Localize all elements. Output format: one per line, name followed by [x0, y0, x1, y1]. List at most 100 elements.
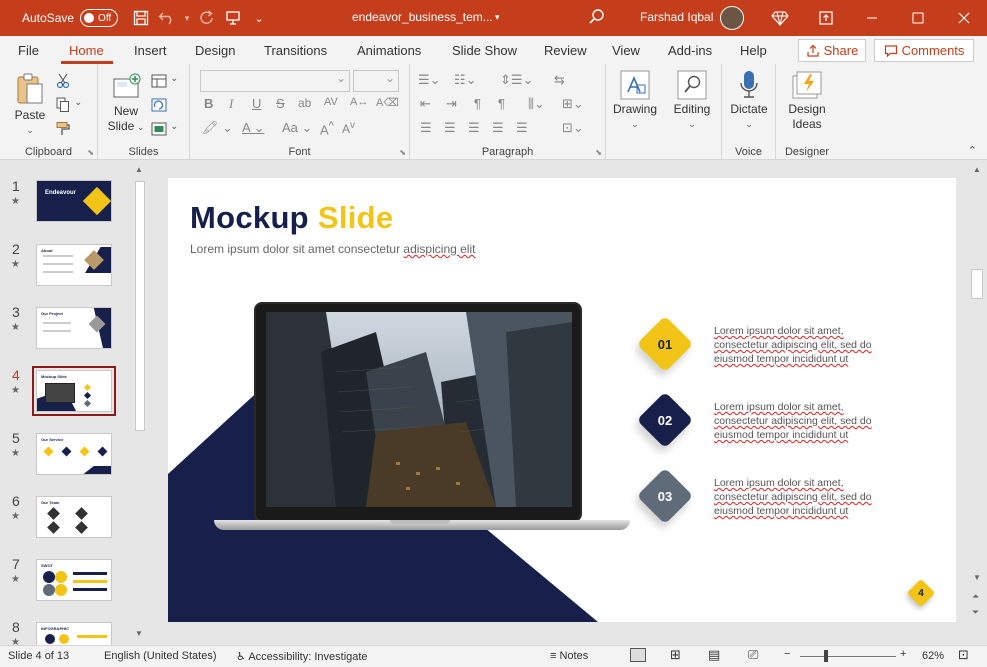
thumbnail-slide-6[interactable]: Our Team — [36, 496, 112, 538]
drawing-button[interactable]: Drawing ⌄ — [612, 70, 658, 132]
text-direction-icon[interactable]: ⇆ — [554, 72, 565, 88]
justify-icon[interactable]: ☰ — [492, 120, 504, 136]
title-dropdown-icon[interactable]: ▾ — [495, 12, 500, 23]
underline-icon[interactable]: U — [252, 96, 261, 111]
zoom-slider-thumb[interactable] — [824, 650, 828, 662]
item-text-1[interactable]: Lorem ipsum dolor sit amet, consectetur … — [714, 324, 894, 366]
search-icon[interactable] — [588, 8, 606, 29]
tab-animations[interactable]: Animations — [357, 43, 421, 58]
font-name-dropdown[interactable] — [200, 70, 350, 92]
premium-diamond-icon[interactable] — [757, 5, 803, 31]
align-left-icon[interactable]: ☰ — [420, 120, 432, 136]
thumbnails-scrollbar[interactable]: ▲ ▼ — [132, 161, 148, 645]
align-right-icon[interactable]: ☰ — [468, 120, 480, 136]
undo-icon[interactable] — [154, 5, 180, 31]
laptop-mockup[interactable] — [214, 302, 634, 542]
tab-design[interactable]: Design — [195, 43, 235, 58]
slide-subtitle[interactable]: Lorem ipsum dolor sit amet consectetur a… — [190, 242, 475, 256]
italic-icon[interactable]: I — [229, 96, 233, 112]
language-indicator[interactable]: English (United States) — [104, 650, 217, 662]
right-to-left-icon[interactable]: ¶ — [498, 96, 505, 111]
paragraph-launcher-icon[interactable]: ⬊ — [595, 148, 602, 157]
design-ideas-button[interactable]: Design Ideas — [782, 70, 832, 132]
scroll-up-icon[interactable]: ▲ — [135, 165, 143, 174]
cut-icon[interactable] — [54, 72, 72, 90]
font-launcher-icon[interactable]: ⬊ — [399, 148, 406, 157]
save-icon[interactable] — [128, 5, 154, 31]
bullets-icon[interactable]: ☰⌄ — [418, 72, 441, 88]
slide-canvas[interactable]: Mockup Slide Lorem ipsum dolor sit amet … — [168, 178, 956, 622]
copy-icon[interactable] — [54, 96, 72, 114]
comments-button[interactable]: Comments — [874, 39, 974, 62]
reading-view-icon[interactable]: ▤ — [708, 647, 720, 663]
reset-slide-icon[interactable] — [150, 96, 168, 114]
minimize-icon[interactable] — [849, 5, 895, 31]
zoom-in-icon[interactable]: + — [900, 648, 906, 660]
scroll-thumb[interactable] — [971, 269, 983, 299]
layout-dropdown-icon[interactable]: ⌄ — [170, 73, 178, 84]
user-avatar[interactable] — [720, 6, 744, 30]
scroll-thumb[interactable] — [135, 181, 145, 431]
present-from-start-icon[interactable] — [220, 5, 246, 31]
maximize-icon[interactable] — [895, 5, 941, 31]
align-text-icon[interactable]: ⊞⌄ — [562, 96, 584, 112]
clear-formatting-icon[interactable]: A⌫ — [376, 96, 399, 109]
undo-dropdown-icon[interactable]: ▾ — [180, 5, 194, 31]
ribbon-display-icon[interactable] — [803, 5, 849, 31]
slide-sorter-icon[interactable]: ⊞ — [670, 647, 681, 663]
tab-add-ins[interactable]: Add-ins — [668, 43, 712, 58]
redo-icon[interactable] — [194, 5, 220, 31]
slide-show-icon[interactable]: ⎚ — [748, 647, 758, 663]
layout-icon[interactable] — [150, 72, 168, 90]
numbering-icon[interactable]: ☷⌄ — [454, 72, 477, 88]
bold-icon[interactable]: B — [204, 96, 213, 111]
close-icon[interactable] — [941, 5, 987, 31]
character-spacing-icon[interactable]: ab — [298, 96, 311, 110]
thumbnail-slide-5[interactable]: Our Service — [36, 433, 112, 475]
new-slide-button[interactable]: New Slide ⌄ — [106, 72, 146, 135]
tab-help[interactable]: Help — [740, 43, 767, 58]
thumbnail-slide-2[interactable]: About — [36, 244, 112, 286]
section-dropdown-icon[interactable]: ⌄ — [170, 121, 178, 132]
previous-slide-icon[interactable]: ⏶ — [972, 591, 979, 602]
collapse-ribbon-icon[interactable]: ⌃ — [968, 144, 977, 157]
share-button[interactable]: Share — [798, 39, 866, 62]
customize-toolbar-icon[interactable]: ⌄ — [246, 5, 272, 31]
user-name[interactable]: Farshad Iqbal — [640, 10, 713, 24]
tab-view[interactable]: View — [612, 43, 640, 58]
tab-review[interactable]: Review — [544, 43, 587, 58]
thumbnail-slide-3[interactable]: Our Project — [36, 307, 112, 349]
item-badge-1[interactable]: 01 — [636, 315, 694, 373]
line-spacing-icon[interactable]: ⇕☰⌄ — [500, 72, 533, 88]
format-painter-icon[interactable] — [54, 120, 72, 138]
decrease-font-size-icon[interactable]: Av — [342, 120, 355, 136]
accessibility-checker[interactable]: ♿︎ Accessibility: Investigate — [236, 650, 368, 663]
slide-scrollbar[interactable]: ▲ ▼ ⏶ ⏷ — [968, 161, 987, 645]
thumbnail-slide-7[interactable]: SWOT — [36, 559, 112, 601]
section-icon[interactable] — [150, 120, 168, 138]
thumbnail-slide-1[interactable]: Endeavour — [36, 180, 112, 222]
align-center-icon[interactable]: ☰ — [444, 120, 456, 136]
zoom-slider[interactable] — [800, 656, 896, 657]
editing-button[interactable]: Editing ⌄ — [668, 70, 716, 132]
paste-button[interactable]: Paste ⌄ — [12, 72, 48, 138]
zoom-out-icon[interactable]: − — [784, 648, 790, 660]
thumbnail-slide-8[interactable]: INFOGRAPHIC — [36, 622, 112, 645]
tab-insert[interactable]: Insert — [134, 43, 167, 58]
increase-indent-icon[interactable]: ⇥ — [446, 96, 457, 112]
tab-slide-show[interactable]: Slide Show — [452, 43, 517, 58]
font-size-change-icon[interactable]: Aa ⌄ — [282, 120, 312, 136]
item-badge-3[interactable]: 03 — [636, 467, 694, 525]
scroll-down-icon[interactable]: ▼ — [135, 629, 143, 638]
item-text-2[interactable]: Lorem ipsum dolor sit amet, consectetur … — [714, 400, 894, 442]
notes-button[interactable]: ≡ Notes — [550, 650, 588, 662]
text-shadow-icon[interactable]: AV — [324, 96, 338, 108]
clipboard-launcher-icon[interactable]: ⬊ — [87, 148, 94, 157]
fit-slide-icon[interactable]: ⊡ — [958, 647, 969, 663]
dictate-button[interactable]: Dictate ⌄ — [726, 70, 772, 132]
slide-title[interactable]: Mockup Slide — [190, 200, 393, 236]
smartart-icon[interactable]: ⊡⌄ — [562, 120, 584, 136]
distributed-icon[interactable]: ☰ — [516, 120, 528, 136]
font-color-icon[interactable]: A ⌄ — [242, 120, 264, 136]
tab-transitions[interactable]: Transitions — [264, 43, 327, 58]
